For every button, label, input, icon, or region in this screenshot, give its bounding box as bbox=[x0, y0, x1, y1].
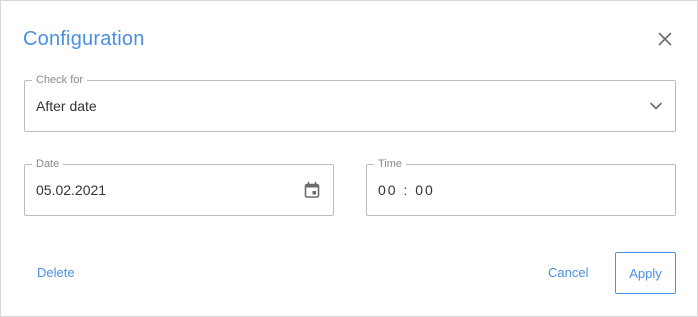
time-field[interactable]: Time 00 : 00 bbox=[366, 157, 676, 216]
close-icon bbox=[658, 32, 672, 46]
calendar-icon[interactable] bbox=[303, 181, 321, 199]
check-for-label: Check for bbox=[32, 73, 88, 87]
close-button[interactable] bbox=[653, 27, 677, 51]
date-label: Date bbox=[32, 157, 64, 171]
date-field[interactable]: Date 05.02.2021 bbox=[24, 157, 334, 216]
apply-button[interactable]: Apply bbox=[615, 252, 676, 294]
check-for-select[interactable]: Check for After date bbox=[24, 73, 676, 132]
check-for-value: After date bbox=[36, 98, 97, 114]
time-value[interactable]: 00 : 00 bbox=[378, 181, 435, 199]
delete-button[interactable]: Delete bbox=[37, 265, 75, 281]
time-label: Time bbox=[374, 157, 407, 171]
dialog-title: Configuration bbox=[23, 28, 145, 50]
date-value: 05.02.2021 bbox=[36, 182, 107, 198]
configuration-dialog: Configuration Check for After date Date … bbox=[0, 0, 698, 317]
chevron-down-icon[interactable] bbox=[649, 101, 663, 111]
cancel-button[interactable]: Cancel bbox=[548, 265, 588, 281]
